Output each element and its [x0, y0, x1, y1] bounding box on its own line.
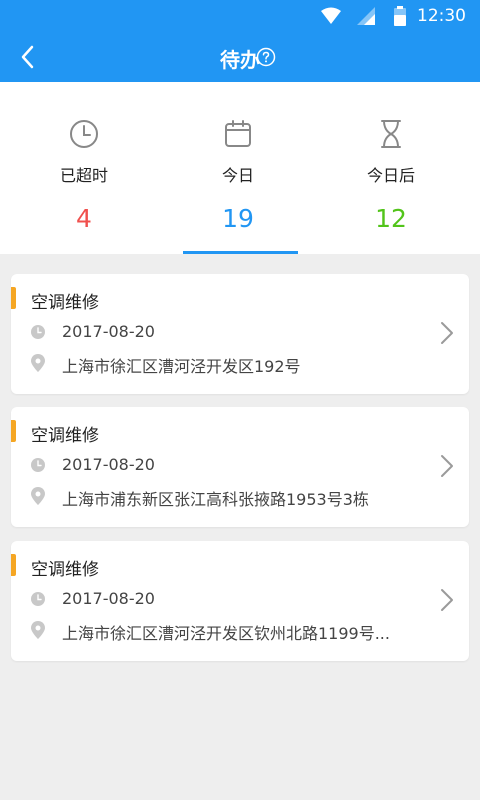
- battery-icon: [394, 6, 406, 26]
- chevron-right-icon: [441, 589, 453, 611]
- clock-icon: [31, 592, 45, 606]
- location-pin-icon: [31, 621, 45, 639]
- task-card[interactable]: 空调维修 2017-08-20 上海市徐汇区漕河泾开发区192号: [11, 274, 469, 394]
- task-title: 空调维修: [31, 293, 99, 313]
- tab-label: 今日: [221, 166, 254, 185]
- card-accent-bar: [11, 554, 16, 576]
- page-title: 待办: [220, 48, 260, 72]
- hourglass-icon: [381, 120, 401, 148]
- wifi-icon: [321, 7, 341, 24]
- task-title: 空调维修: [31, 426, 99, 446]
- task-date: 2017-08-20: [62, 455, 155, 474]
- location-pin-icon: [31, 354, 45, 372]
- signal-icon: [357, 7, 375, 25]
- task-address: 上海市浦东新区张江高科张掖路1953号3栋: [62, 490, 369, 509]
- clock-icon: [31, 325, 45, 339]
- task-date: 2017-08-20: [62, 589, 155, 608]
- app-bar: 待办: [0, 32, 480, 82]
- task-card[interactable]: 空调维修 2017-08-20 上海市浦东新区张江高科张掖路1953号3栋: [11, 407, 469, 527]
- tab-overdue[interactable]: 已超时 4: [4, 82, 164, 254]
- location-pin-icon: [31, 487, 45, 505]
- clock-icon: [31, 458, 45, 472]
- task-card[interactable]: 空调维修 2017-08-20 上海市徐汇区漕河泾开发区钦州北路1199号...: [11, 541, 469, 661]
- tab-after-today[interactable]: 今日后 12: [311, 82, 471, 254]
- tab-today[interactable]: 今日 19: [158, 82, 318, 254]
- calendar-icon: [225, 120, 251, 147]
- tab-label: 今日后: [366, 166, 415, 185]
- tab-count: 19: [222, 204, 254, 233]
- clock-icon: [70, 120, 98, 148]
- task-title: 空调维修: [31, 560, 99, 580]
- task-address: 上海市徐汇区漕河泾开发区钦州北路1199号...: [62, 624, 390, 643]
- tab-indicator: [183, 251, 298, 254]
- card-accent-bar: [11, 287, 16, 309]
- card-accent-bar: [11, 420, 16, 442]
- task-date: 2017-08-20: [62, 322, 155, 341]
- tab-count: 12: [375, 204, 407, 233]
- tabs-panel: 已超时 4 今日 19 今日后 12: [0, 82, 480, 254]
- tab-count: 4: [76, 204, 92, 233]
- tab-label: 已超时: [59, 166, 108, 185]
- chevron-right-icon: [441, 322, 453, 344]
- status-time: 12:30: [417, 6, 466, 26]
- task-address: 上海市徐汇区漕河泾开发区192号: [62, 357, 301, 376]
- chevron-right-icon: [441, 455, 453, 477]
- help-circle-icon[interactable]: [256, 47, 276, 67]
- status-bar: 12:30: [0, 0, 480, 32]
